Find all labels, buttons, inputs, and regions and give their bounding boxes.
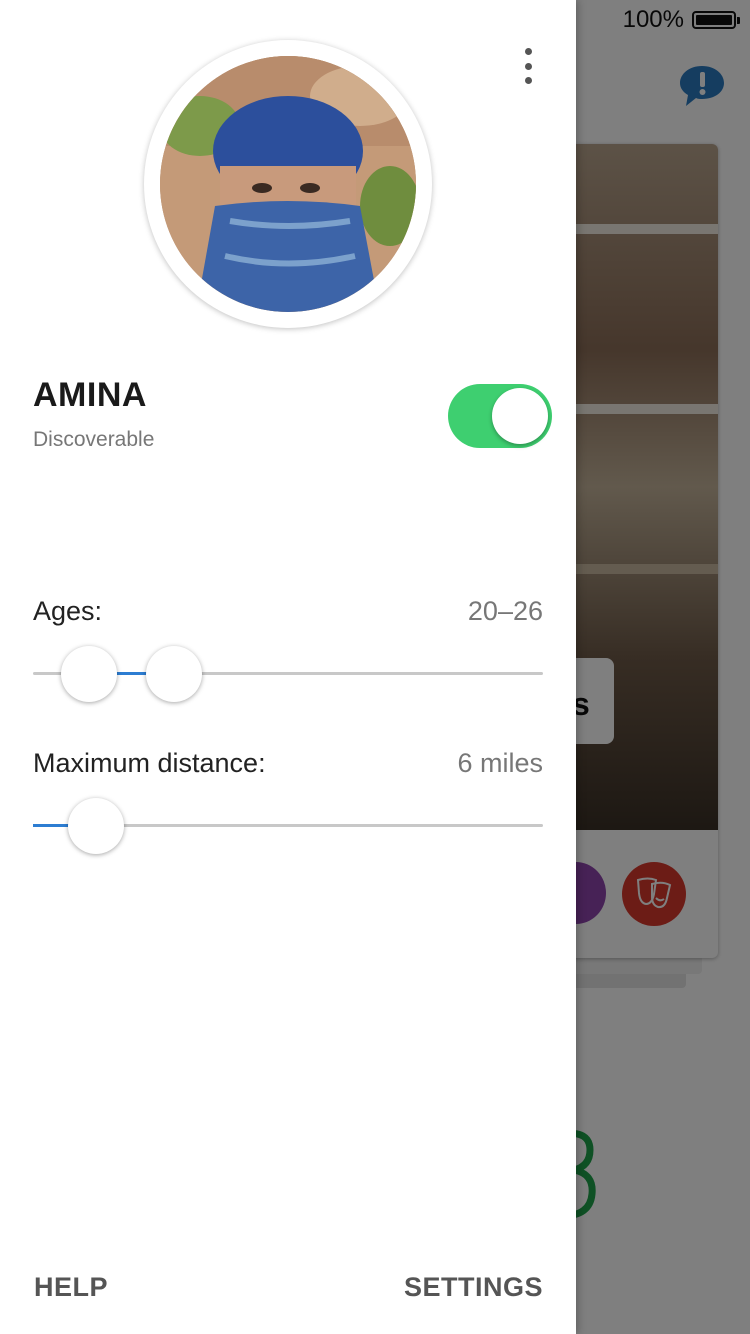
avatar-frame[interactable]: [144, 40, 432, 328]
avatar: [160, 56, 416, 312]
discoverable-toggle[interactable]: [448, 384, 552, 448]
more-vertical-icon[interactable]: [516, 46, 540, 86]
ages-value: 20–26: [467, 596, 543, 626]
ages-label: Ages:: [33, 596, 103, 626]
distance-thumb[interactable]: [68, 798, 124, 854]
help-link[interactable]: HELP: [34, 1272, 108, 1303]
toggle-knob: [492, 388, 548, 444]
distance-label: Maximum distance:: [33, 748, 266, 778]
ages-min-thumb[interactable]: [61, 646, 117, 702]
side-drawer: AMINA Discoverable Ages: 20–26 Maximum d…: [0, 0, 576, 1334]
profile-name: AMINA: [33, 376, 147, 414]
discoverable-label: Discoverable: [33, 428, 155, 451]
settings-link[interactable]: SETTINGS: [404, 1272, 543, 1303]
distance-value: 6 miles: [457, 748, 543, 778]
ages-max-thumb[interactable]: [146, 646, 202, 702]
